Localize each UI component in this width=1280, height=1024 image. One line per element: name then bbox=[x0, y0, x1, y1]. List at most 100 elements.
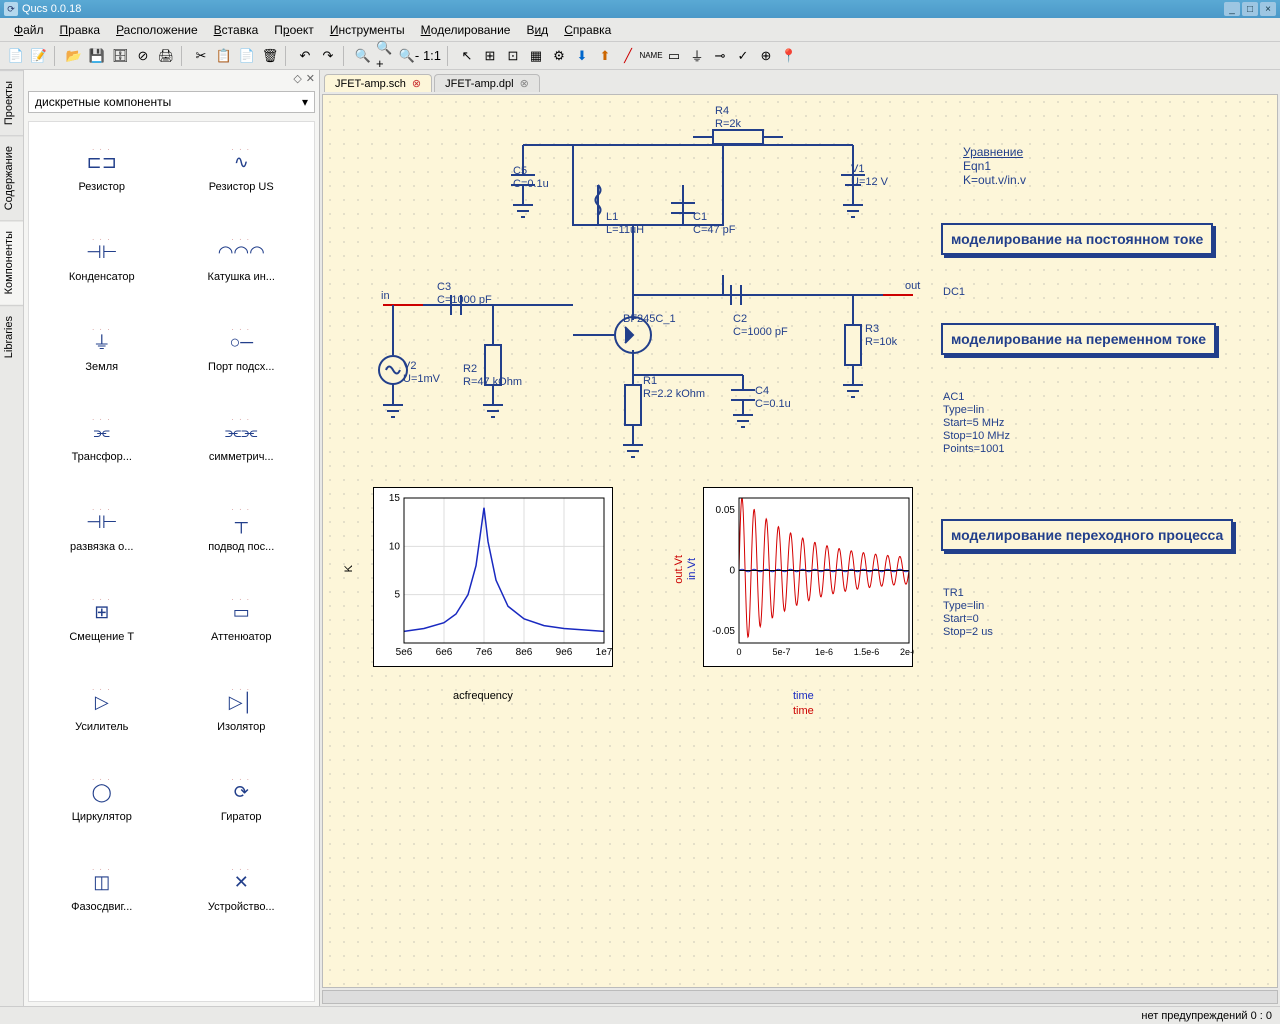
name-icon[interactable]: NAME bbox=[641, 46, 661, 66]
save-icon[interactable]: 💾 bbox=[87, 46, 107, 66]
category-combo[interactable]: дискретные компоненты ▾ bbox=[28, 91, 315, 113]
close-button[interactable]: × bbox=[1260, 2, 1276, 16]
up-icon[interactable]: ⬆ bbox=[595, 46, 615, 66]
marker-icon[interactable]: 📍 bbox=[779, 46, 799, 66]
component-item[interactable]: · · ·⫘⫘симметрич... bbox=[173, 396, 311, 484]
tool-b-icon[interactable]: ⊡ bbox=[503, 46, 523, 66]
menu-position[interactable]: Расположение bbox=[116, 23, 198, 37]
component-item[interactable]: · · ·◫Фазосдвиг... bbox=[33, 846, 171, 934]
side-tab-libraries[interactable]: Libraries bbox=[0, 305, 23, 368]
menu-file[interactable]: Файл bbox=[14, 23, 44, 37]
side-tab-contents[interactable]: Содержание bbox=[0, 135, 23, 220]
menu-project[interactable]: Проект bbox=[274, 23, 314, 37]
menu-view[interactable]: Вид bbox=[526, 23, 548, 37]
tool-a-icon[interactable]: ⊞ bbox=[480, 46, 500, 66]
cut-icon[interactable]: ✂ bbox=[191, 46, 211, 66]
ground-icon[interactable]: ⏚ bbox=[687, 46, 707, 66]
maximize-button[interactable]: □ bbox=[1242, 2, 1258, 16]
paste-icon[interactable]: 📄 bbox=[237, 46, 257, 66]
minimize-button[interactable]: _ bbox=[1224, 2, 1240, 16]
select-icon[interactable]: ↖ bbox=[457, 46, 477, 66]
label-C5: C5 C=0.1u bbox=[513, 165, 549, 191]
down-icon[interactable]: ⬇ bbox=[572, 46, 592, 66]
wire-icon[interactable]: ╱ bbox=[618, 46, 638, 66]
svg-text:6e6: 6e6 bbox=[436, 647, 453, 658]
label-V1: V1 U=12 V bbox=[851, 163, 888, 189]
schematic-canvas[interactable]: R4 R=2k C5 C=0.1u L1 L=11uH C1 C=47 pF V… bbox=[322, 94, 1278, 988]
open-icon[interactable]: 📂 bbox=[64, 46, 84, 66]
port-icon[interactable]: ⊸ bbox=[710, 46, 730, 66]
panel-detach-icon[interactable]: ◇ bbox=[293, 72, 301, 85]
menu-tools[interactable]: Инструменты bbox=[330, 23, 405, 37]
component-item[interactable]: · · ·∿Резистор US bbox=[173, 126, 311, 214]
tab-label: JFET-amp.sch bbox=[335, 78, 406, 90]
component-item[interactable]: · · ·✕Устройство... bbox=[173, 846, 311, 934]
zoom-1-icon[interactable]: 1:1 bbox=[422, 46, 442, 66]
zoom-out-icon[interactable]: 🔍- bbox=[399, 46, 419, 66]
tool-x-icon[interactable]: ✓ bbox=[733, 46, 753, 66]
component-item[interactable]: · · ·◠◠◠Катушка ин... bbox=[173, 216, 311, 304]
simbox-dc[interactable]: моделирование на постоянном токе bbox=[941, 223, 1213, 255]
plot-ac[interactable]: 510155e66e67e68e69e61e7 bbox=[373, 487, 613, 667]
tool-c-icon[interactable]: ▦ bbox=[526, 46, 546, 66]
label-BF245C: BF245C_1 bbox=[623, 313, 676, 326]
menu-insert[interactable]: Вставка bbox=[214, 23, 259, 37]
component-item[interactable]: · · ·⟳Гиратор bbox=[173, 756, 311, 844]
component-item[interactable]: · · ·⊞Смещение T bbox=[33, 576, 171, 664]
copy-icon[interactable]: 📋 bbox=[214, 46, 234, 66]
plot-tran[interactable]: -0.0500.0505e-71e-61.5e-62e-6 bbox=[703, 487, 913, 667]
new-icon[interactable]: 📄 bbox=[6, 46, 26, 66]
tab-close-icon[interactable]: ⊗ bbox=[412, 77, 421, 90]
zoom-in-icon[interactable]: 🔍+ bbox=[376, 46, 396, 66]
horizontal-scrollbar[interactable] bbox=[322, 990, 1278, 1004]
close-doc-icon[interactable]: ⊘ bbox=[133, 46, 153, 66]
undo-icon[interactable]: ↶ bbox=[295, 46, 315, 66]
zoom-fit-icon[interactable]: 🔍 bbox=[353, 46, 373, 66]
panel-close-icon[interactable]: ✕ bbox=[306, 72, 315, 85]
side-tab-components[interactable]: Компоненты bbox=[0, 220, 23, 304]
menu-help[interactable]: Справка bbox=[564, 23, 611, 37]
plot2-ylabel-in: in.Vt bbox=[686, 558, 699, 580]
simbox-tr[interactable]: моделирование переходного процесса bbox=[941, 519, 1233, 551]
resistor-icon[interactable]: ▭ bbox=[664, 46, 684, 66]
tab-close-icon[interactable]: ⊗ bbox=[520, 77, 529, 90]
save-all-icon[interactable]: 🗄 bbox=[110, 46, 130, 66]
component-item[interactable]: · · ·◯Циркулятор bbox=[33, 756, 171, 844]
label-R2: R2 R=47 kOhm bbox=[463, 363, 522, 389]
side-tab-projects[interactable]: Проекты bbox=[0, 70, 23, 135]
simulate-icon[interactable]: ⚙ bbox=[549, 46, 569, 66]
delete-icon[interactable]: 🗑 bbox=[260, 46, 280, 66]
tab-dpl[interactable]: JFET-amp.dpl ⊗ bbox=[434, 74, 540, 92]
app-icon: ⟳ bbox=[4, 2, 18, 16]
label-in: in bbox=[381, 290, 390, 303]
svg-text:-0.05: -0.05 bbox=[712, 626, 735, 637]
component-item[interactable]: · · ·⊣⊢Конденсатор bbox=[33, 216, 171, 304]
tool-y-icon[interactable]: ⊕ bbox=[756, 46, 776, 66]
component-item[interactable]: · · ·⊏⊐Резистор bbox=[33, 126, 171, 214]
component-item[interactable]: · · ·▭Аттенюатор bbox=[173, 576, 311, 664]
simbox-ac[interactable]: моделирование на переменном токе bbox=[941, 323, 1216, 355]
category-label: дискретные компоненты bbox=[35, 95, 171, 109]
component-item[interactable]: · · ·⏚Земля bbox=[33, 306, 171, 394]
redo-icon[interactable]: ↷ bbox=[318, 46, 338, 66]
component-item[interactable]: · · ·▷Усилитель bbox=[33, 666, 171, 754]
menu-simulation[interactable]: Моделирование bbox=[421, 23, 511, 37]
svg-text:1e-6: 1e-6 bbox=[815, 647, 833, 657]
new-text-icon[interactable]: 📝 bbox=[29, 46, 49, 66]
component-item[interactable]: · · ·⊣⊢развязка о... bbox=[33, 486, 171, 574]
component-item[interactable]: · · ·⫘Трансфор... bbox=[33, 396, 171, 484]
svg-text:1e7: 1e7 bbox=[596, 647, 613, 658]
label-R3: R3 R=10k bbox=[865, 323, 897, 349]
svg-text:5e6: 5e6 bbox=[396, 647, 413, 658]
component-item[interactable]: · · ·┬подвод пос... bbox=[173, 486, 311, 574]
label-C3: C3 C=1000 pF bbox=[437, 281, 492, 307]
svg-text:7e6: 7e6 bbox=[476, 647, 493, 658]
print-icon[interactable]: 🖨 bbox=[156, 46, 176, 66]
plot1-ylabel: K bbox=[343, 565, 356, 572]
tab-sch[interactable]: JFET-amp.sch ⊗ bbox=[324, 74, 432, 92]
menu-edit[interactable]: Правка bbox=[60, 23, 101, 37]
components-grid: · · ·⊏⊐Резистор· · ·∿Резистор US· · ·⊣⊢К… bbox=[28, 121, 315, 1002]
component-item[interactable]: · · ·○─Порт подсх... bbox=[173, 306, 311, 394]
component-item[interactable]: · · ·▷│Изолятор bbox=[173, 666, 311, 754]
label-C4: C4 C=0.1u bbox=[755, 385, 791, 411]
